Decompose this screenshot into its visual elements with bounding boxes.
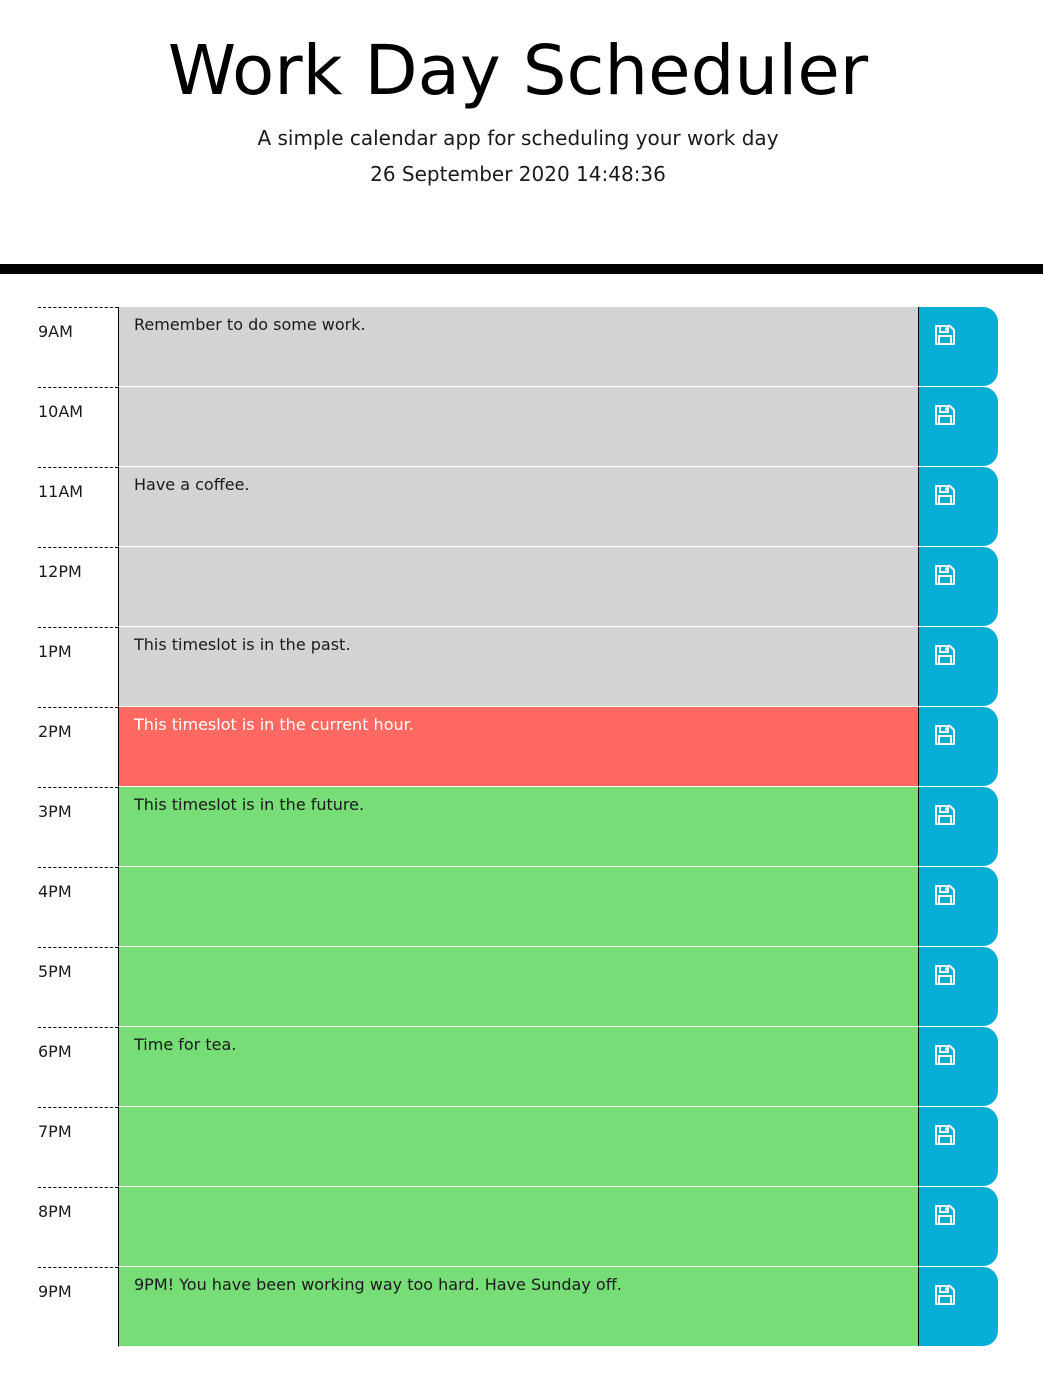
hour-label: 8PM <box>38 1187 118 1267</box>
save-button[interactable] <box>918 307 998 386</box>
time-block-row: 7PM <box>38 1107 998 1187</box>
hour-label: 12PM <box>38 547 118 627</box>
event-description-field[interactable] <box>118 547 918 627</box>
save-button[interactable] <box>918 1267 998 1346</box>
time-block-row: 5PM <box>38 947 998 1027</box>
header: Work Day Scheduler A simple calendar app… <box>0 0 1043 264</box>
time-block-row: 11AM Have a coffee. <box>38 467 998 547</box>
hour-label: 6PM <box>38 1027 118 1107</box>
save-icon <box>935 325 955 345</box>
save-button[interactable] <box>918 467 998 546</box>
hour-label: 9PM <box>38 1267 118 1347</box>
hour-label: 3PM <box>38 787 118 867</box>
save-icon <box>935 1205 955 1225</box>
time-block-row: 6PM Time for tea. <box>38 1027 998 1107</box>
save-button[interactable] <box>918 387 998 466</box>
event-description-field[interactable] <box>118 867 918 947</box>
save-icon <box>935 725 955 745</box>
save-button[interactable] <box>918 947 998 1026</box>
save-button[interactable] <box>918 1187 998 1266</box>
hour-label: 9AM <box>38 307 118 387</box>
save-icon <box>935 1045 955 1065</box>
save-icon <box>935 405 955 425</box>
time-block-row: 4PM <box>38 867 998 947</box>
save-icon <box>935 645 955 665</box>
header-divider <box>0 264 1043 274</box>
event-description-field[interactable]: This timeslot is in the past. <box>118 627 918 707</box>
event-description-field[interactable]: Have a coffee. <box>118 467 918 547</box>
save-button[interactable] <box>918 867 998 946</box>
event-description-field[interactable] <box>118 1187 918 1267</box>
hour-label: 1PM <box>38 627 118 707</box>
save-button[interactable] <box>918 547 998 626</box>
event-description-field[interactable] <box>118 947 918 1027</box>
time-block-row: 3PM This timeslot is in the future. <box>38 787 998 867</box>
current-date: 26 September 2020 14:48:36 <box>370 162 666 186</box>
event-description-field[interactable]: 9PM! You have been working way too hard.… <box>118 1267 918 1347</box>
save-button[interactable] <box>918 787 998 866</box>
hour-label: 4PM <box>38 867 118 947</box>
save-button[interactable] <box>918 707 998 786</box>
time-block-row: 1PM This timeslot is in the past. <box>38 627 998 707</box>
event-description-field[interactable]: Time for tea. <box>118 1027 918 1107</box>
event-description-field[interactable] <box>118 387 918 467</box>
save-icon <box>935 1125 955 1145</box>
save-icon <box>935 565 955 585</box>
hour-label: 10AM <box>38 387 118 467</box>
time-block-row: 12PM <box>38 547 998 627</box>
hour-label: 5PM <box>38 947 118 1027</box>
time-block-row: 2PM This timeslot is in the current hour. <box>38 707 998 787</box>
save-button[interactable] <box>918 1107 998 1186</box>
page-title: Work Day Scheduler <box>167 31 869 111</box>
save-icon <box>935 485 955 505</box>
event-description-field[interactable]: This timeslot is in the future. <box>118 787 918 867</box>
save-icon <box>935 965 955 985</box>
time-block-row: 9AM Remember to do some work. <box>38 307 998 387</box>
event-description-field[interactable] <box>118 1107 918 1187</box>
hour-label: 11AM <box>38 467 118 547</box>
save-icon <box>935 805 955 825</box>
schedule-container: 9AM Remember to do some work. 10AM 11AM Have… <box>38 307 998 1347</box>
time-block-row: 10AM <box>38 387 998 467</box>
hour-label: 7PM <box>38 1107 118 1187</box>
save-icon <box>935 1285 955 1305</box>
event-description-field[interactable]: This timeslot is in the current hour. <box>118 707 918 787</box>
save-button[interactable] <box>918 1027 998 1106</box>
hour-label: 2PM <box>38 707 118 787</box>
time-block-row: 9PM 9PM! You have been working way too ha… <box>38 1267 998 1347</box>
save-icon <box>935 885 955 905</box>
time-block-row: 8PM <box>38 1187 998 1267</box>
page-subtitle: A simple calendar app for scheduling you… <box>257 126 779 150</box>
event-description-field[interactable]: Remember to do some work. <box>118 307 918 387</box>
save-button[interactable] <box>918 627 998 706</box>
